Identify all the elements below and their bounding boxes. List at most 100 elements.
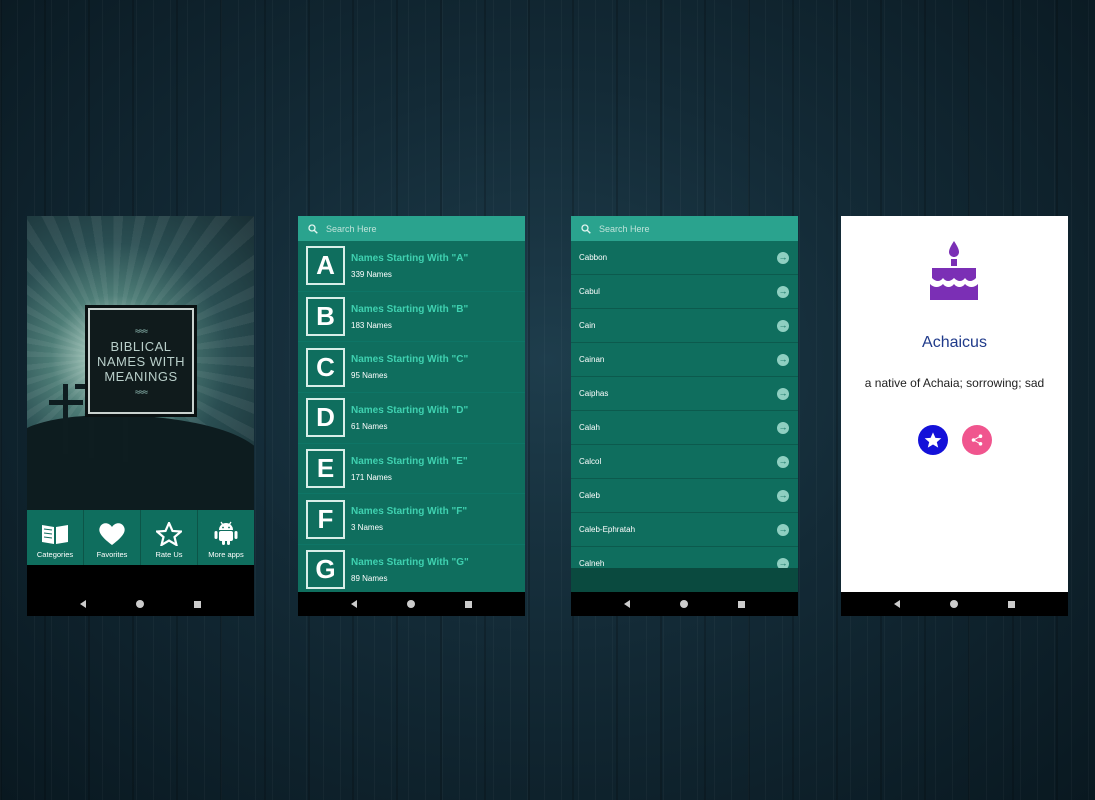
hill bbox=[27, 415, 254, 510]
arrow-right-icon: → bbox=[777, 387, 789, 400]
book-icon bbox=[42, 525, 68, 544]
favorite-button[interactable] bbox=[918, 425, 948, 455]
home-icon[interactable] bbox=[680, 600, 688, 608]
name-label: Caleb-Ephratah bbox=[579, 525, 636, 534]
list-item-count: 183 Names bbox=[351, 320, 392, 330]
system-nav-bar bbox=[298, 592, 525, 616]
name-label: Cainan bbox=[579, 355, 605, 364]
search-icon bbox=[308, 223, 318, 234]
favorites-button[interactable]: Favorites bbox=[84, 510, 141, 565]
list-item[interactable]: F Names Starting With "F" 3 Names bbox=[298, 494, 525, 546]
logo-line-2: NAMES WITH bbox=[96, 353, 186, 369]
list-item-title: Names Starting With "G" bbox=[351, 556, 469, 568]
back-icon[interactable] bbox=[624, 600, 630, 608]
back-icon[interactable] bbox=[80, 600, 86, 608]
list-item-title: Names Starting With "B" bbox=[351, 303, 469, 315]
cross-icon bbox=[63, 384, 68, 454]
list-item[interactable]: B Names Starting With "B" 183 Names bbox=[298, 291, 525, 343]
list-item[interactable]: Cain → bbox=[571, 309, 798, 343]
list-item[interactable]: Cabbon → bbox=[571, 241, 798, 275]
wave-ornament: ≈≈≈ bbox=[135, 325, 148, 336]
system-nav-bar bbox=[27, 592, 254, 616]
name-label: Cain bbox=[579, 321, 596, 330]
arrow-right-icon: → bbox=[777, 489, 789, 502]
categories-label: Categories bbox=[36, 550, 74, 559]
list-item[interactable]: Calneh → bbox=[571, 547, 798, 568]
list-item[interactable]: A Names Starting With "A" 339 Names bbox=[298, 241, 525, 292]
more-apps-label: More apps bbox=[208, 550, 244, 559]
list-item[interactable]: D Names Starting With "D" 61 Names bbox=[298, 393, 525, 444]
heart-icon bbox=[99, 523, 125, 545]
search-input[interactable] bbox=[326, 223, 496, 234]
list-item[interactable]: Calcol → bbox=[571, 445, 798, 479]
list-item-title: Names Starting With "F" bbox=[351, 506, 468, 518]
list-item-title: Names Starting With "A" bbox=[351, 252, 469, 264]
name-detail-screen: Achaicus a native of Achaia; sorrowing; … bbox=[841, 216, 1068, 616]
categories-button[interactable]: Categories bbox=[27, 510, 84, 565]
wave-ornament: ≈≈≈ bbox=[135, 386, 148, 397]
arrow-right-icon: → bbox=[777, 353, 789, 366]
system-nav-bar bbox=[571, 592, 798, 616]
list-item-title: Names Starting With "C" bbox=[351, 354, 469, 366]
arrow-right-icon: → bbox=[777, 557, 789, 568]
search-icon bbox=[581, 223, 591, 234]
name-label: Calneh bbox=[579, 559, 605, 568]
list-item-title: Names Starting With "E" bbox=[351, 455, 468, 467]
list-item[interactable]: C Names Starting With "C" 95 Names bbox=[298, 342, 525, 394]
list-item-count: 3 Names bbox=[351, 523, 384, 533]
back-icon[interactable] bbox=[351, 600, 357, 608]
share-button[interactable] bbox=[962, 425, 992, 455]
name-label: Caleb bbox=[579, 491, 600, 500]
arrow-right-icon: → bbox=[777, 251, 789, 264]
search-input[interactable] bbox=[599, 223, 769, 234]
recents-icon[interactable] bbox=[738, 600, 745, 608]
home-icon[interactable] bbox=[407, 600, 415, 608]
more-apps-button[interactable]: More apps bbox=[198, 510, 254, 565]
letters-list: A Names Starting With "A" 339 Names B Nam… bbox=[298, 241, 525, 592]
home-icon[interactable] bbox=[136, 600, 144, 608]
star-icon bbox=[156, 522, 182, 546]
arrow-right-icon: → bbox=[777, 285, 789, 298]
letter-badge: A bbox=[306, 246, 345, 286]
bottom-strip bbox=[571, 568, 798, 592]
recents-icon[interactable] bbox=[465, 600, 472, 608]
list-item-title: Names Starting With "D" bbox=[351, 404, 469, 416]
back-icon[interactable] bbox=[894, 600, 900, 608]
list-item[interactable]: G Names Starting With "G" 89 Names bbox=[298, 545, 525, 592]
list-item[interactable]: Caiphas → bbox=[571, 377, 798, 411]
list-item[interactable]: Cainan → bbox=[571, 343, 798, 377]
rate-us-button[interactable]: Rate Us bbox=[141, 510, 198, 565]
logo-line-3: MEANINGS bbox=[104, 368, 178, 384]
search-bar bbox=[571, 216, 798, 241]
share-icon bbox=[971, 434, 983, 446]
rate-us-label: Rate Us bbox=[155, 550, 183, 559]
name-label: Cabul bbox=[579, 287, 600, 296]
list-item[interactable]: Caleb → bbox=[571, 479, 798, 513]
birthday-cake-icon bbox=[930, 241, 978, 300]
list-item[interactable]: E Names Starting With "E" 171 Names bbox=[298, 443, 525, 495]
logo-line-1: BIBLICAL bbox=[110, 338, 172, 354]
letter-badge: E bbox=[306, 449, 345, 489]
letter-badge: C bbox=[306, 347, 345, 387]
favorites-label: Favorites bbox=[96, 550, 128, 559]
letter-badge: F bbox=[306, 499, 345, 539]
detail-card: Achaicus a native of Achaia; sorrowing; … bbox=[841, 216, 1068, 592]
home-menu: Categories Favorites Rate Us More apps bbox=[27, 510, 254, 565]
arrow-right-icon: → bbox=[777, 523, 789, 536]
home-screen: ≈≈≈ BIBLICAL NAMES WITH MEANINGS ≈≈≈ Cat… bbox=[27, 216, 254, 616]
name-meaning: a native of Achaia; sorrowing; sad bbox=[864, 376, 1045, 390]
list-item[interactable]: Caleb-Ephratah → bbox=[571, 513, 798, 547]
list-item[interactable]: Calah → bbox=[571, 411, 798, 445]
name-label: Cabbon bbox=[579, 253, 608, 262]
arrow-right-icon: → bbox=[777, 421, 789, 434]
list-item-count: 89 Names bbox=[351, 573, 388, 583]
name-label: Calcol bbox=[579, 457, 602, 466]
home-icon[interactable] bbox=[950, 600, 958, 608]
recents-icon[interactable] bbox=[1008, 600, 1015, 608]
list-item-count: 171 Names bbox=[351, 472, 392, 482]
cross-bar bbox=[49, 400, 83, 405]
recents-icon[interactable] bbox=[194, 600, 201, 608]
list-item[interactable]: Cabul → bbox=[571, 275, 798, 309]
arrow-right-icon: → bbox=[777, 455, 789, 468]
splash-banner: ≈≈≈ BIBLICAL NAMES WITH MEANINGS ≈≈≈ bbox=[27, 216, 254, 510]
